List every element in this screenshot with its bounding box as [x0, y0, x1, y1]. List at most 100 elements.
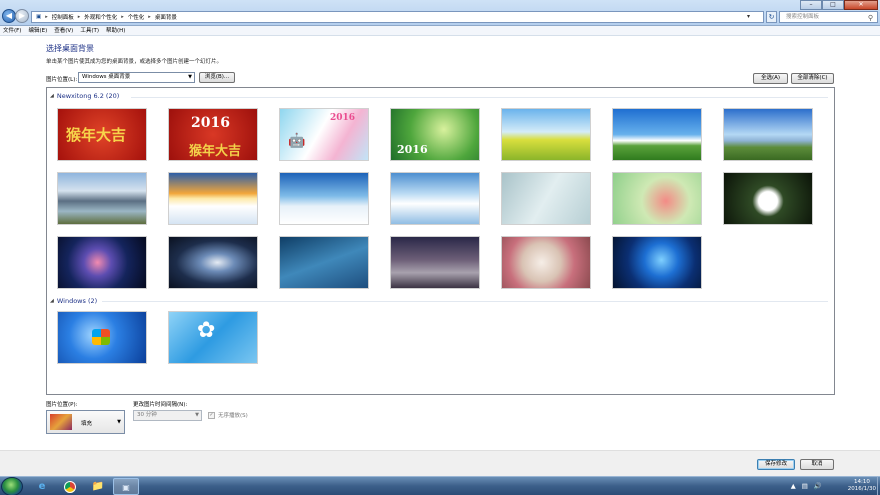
taskbar-clock[interactable]: 14:10 2016/1/30 [848, 479, 876, 493]
wallpaper-thumbnail[interactable]: 猴年大吉 [57, 108, 147, 161]
folder-icon[interactable]: 📁 [85, 478, 111, 495]
picture-position-label: 图片位置(P): [46, 402, 78, 408]
wallpaper-thumbnail[interactable] [501, 108, 591, 161]
chrome-icon[interactable] [57, 478, 83, 495]
shuffle-label: 无序播放(S) [218, 413, 248, 419]
interval-select[interactable]: 30 分钟 ▼ [133, 410, 202, 421]
select-all-button[interactable]: 全选(A) [753, 73, 788, 84]
fill-preview-icon [50, 414, 72, 430]
wallpaper-thumbnail[interactable] [612, 172, 702, 225]
minimize-button[interactable]: – [800, 0, 822, 10]
picture-position-value: 填充 [81, 421, 93, 427]
thumbnail-caption: 2016 [330, 113, 356, 123]
forward-button[interactable]: ▶ [15, 9, 29, 23]
wallpaper-thumbnail[interactable] [279, 236, 369, 289]
chevron-down-icon[interactable]: ▾ [744, 12, 753, 22]
back-button[interactable]: ◀ [2, 9, 16, 23]
browse-button[interactable]: 浏览(B)... [199, 72, 235, 83]
picture-location-select[interactable]: Windows 桌面背景 ▼ [78, 72, 195, 83]
wallpaper-gallery[interactable]: ◢ Newxitong 6.2 (20) 猴年大吉 2016 猴年大吉 2016… [46, 87, 835, 395]
control-panel-icon[interactable]: ▣ [113, 478, 139, 495]
thumbnail-caption: 猴年大吉 [66, 126, 127, 144]
wallpaper-thumbnail[interactable] [57, 172, 147, 225]
wallpaper-thumbnail[interactable]: 2016 🤖 [279, 108, 369, 161]
wallpaper-thumbnail[interactable] [501, 236, 591, 289]
breadcrumb-control-panel[interactable]: 控制面板 [52, 13, 74, 21]
save-button[interactable]: 保存修改 [757, 459, 795, 470]
breadcrumb-separator: ▸ [45, 14, 48, 20]
search-placeholder: 搜索控制面板 [786, 14, 820, 20]
breadcrumb-personalization[interactable]: 个性化 [128, 13, 145, 21]
maximize-button[interactable]: □ [822, 0, 844, 10]
group-header-windows[interactable]: ◢ Windows (2) [50, 297, 97, 305]
breadcrumb-separator: ▸ [148, 14, 151, 20]
wallpaper-thumbnail[interactable] [612, 108, 702, 161]
menu-help[interactable]: 帮助(H) [106, 26, 125, 35]
refresh-icon[interactable]: ↻ [766, 11, 777, 23]
chevron-down-icon: ▼ [117, 419, 121, 425]
wallpaper-thumbnail[interactable] [390, 172, 480, 225]
volume-icon[interactable]: 🔊 [814, 482, 822, 490]
menu-bar: 文件(F) 编辑(E) 查看(V) 工具(T) 帮助(H) [0, 26, 880, 36]
wallpaper-thumbnail[interactable] [723, 108, 813, 161]
flower-icon: ✿ [197, 318, 216, 343]
wallpaper-thumbnail[interactable] [57, 236, 147, 289]
group-divider [131, 97, 828, 98]
tray-expand-icon[interactable]: ▲ [791, 482, 796, 490]
page-title: 选择桌面背景 [46, 44, 94, 53]
group-title: Windows (2) [56, 297, 98, 305]
cancel-button[interactable]: 取消 [800, 459, 834, 470]
wallpaper-thumbnail[interactable]: 2016 [390, 108, 480, 161]
chevron-down-icon: ▼ [195, 412, 199, 418]
search-icon: ⚲ [867, 14, 873, 22]
menu-file[interactable]: 文件(F) [3, 26, 21, 35]
thumbnail-caption: 2016 [191, 115, 230, 131]
dialog-footer [0, 450, 880, 476]
windows-logo-icon [92, 329, 110, 345]
breadcrumb-separator: ▸ [77, 14, 81, 20]
collapse-icon: ◢ [50, 298, 54, 304]
window-controls: – □ ✕ [800, 0, 878, 10]
thumbnail-caption: 2016 [397, 143, 428, 156]
chevron-down-icon: ▼ [188, 74, 192, 80]
breadcrumb-separator: ▸ [121, 14, 124, 20]
wallpaper-thumbnail[interactable]: 2016 猴年大吉 [168, 108, 258, 161]
wallpaper-thumbnail[interactable] [612, 236, 702, 289]
breadcrumb-desktop-background[interactable]: 桌面背景 [155, 13, 177, 21]
control-panel-icon: ▣ [36, 14, 42, 20]
window-titlebar: ◀ ▶ ▣ ▸ 控制面板 ▸ 外观和个性化 ▸ 个性化 ▸ 桌面背景 ▾ ↻ 搜… [0, 0, 880, 26]
runners-figure: 🤖 [288, 133, 305, 149]
menu-edit[interactable]: 编辑(E) [28, 26, 47, 35]
menu-tools[interactable]: 工具(T) [80, 26, 99, 35]
picture-position-select[interactable]: 填充 ▼ [46, 410, 125, 434]
system-tray: ▲ ▤ 🔊 [791, 482, 822, 490]
menu-view[interactable]: 查看(V) [54, 26, 73, 35]
clock-time: 14:10 [853, 479, 870, 485]
picture-location-value: Windows 桌面背景 [82, 74, 131, 80]
wallpaper-thumbnail[interactable] [168, 172, 258, 225]
close-button[interactable]: ✕ [844, 0, 878, 10]
interval-value: 30 分钟 [137, 412, 157, 418]
internet-explorer-icon[interactable]: e [29, 478, 55, 495]
wallpaper-thumbnail[interactable]: ✿ [168, 311, 258, 364]
address-bar[interactable]: ▣ ▸ 控制面板 ▸ 外观和个性化 ▸ 个性化 ▸ 桌面背景 ▾ [31, 11, 764, 23]
collapse-icon: ◢ [50, 93, 54, 99]
wallpaper-thumbnail[interactable] [168, 236, 258, 289]
search-input[interactable]: 搜索控制面板 ⚲ [779, 11, 878, 23]
group-header-newxitong[interactable]: ◢ Newxitong 6.2 (20) [50, 92, 119, 100]
wallpaper-thumbnail[interactable] [57, 311, 147, 364]
start-button[interactable] [1, 477, 23, 495]
thumbnail-caption: 猴年大吉 [189, 144, 242, 159]
wallpaper-thumbnail[interactable] [501, 172, 591, 225]
page-description: 单击某个图片使其成为您的桌面背景，或选择多个图片创建一个幻灯片。 [46, 59, 223, 65]
wallpaper-thumbnail[interactable] [723, 172, 813, 225]
breadcrumb-appearance[interactable]: 外观和个性化 [84, 13, 117, 21]
wallpaper-thumbnail[interactable] [279, 172, 369, 225]
interval-label: 更改图片时间间隔(N): [133, 402, 188, 408]
shuffle-checkbox[interactable]: ✓ 无序播放(S) [208, 411, 248, 419]
clock-date: 2016/1/30 [847, 486, 876, 492]
clear-all-button[interactable]: 全部清除(C) [791, 73, 834, 84]
taskbar: e 📁 ▣ ▲ ▤ 🔊 14:10 2016/1/30 [0, 476, 880, 495]
network-icon[interactable]: ▤ [802, 482, 808, 490]
wallpaper-thumbnail[interactable] [390, 236, 480, 289]
